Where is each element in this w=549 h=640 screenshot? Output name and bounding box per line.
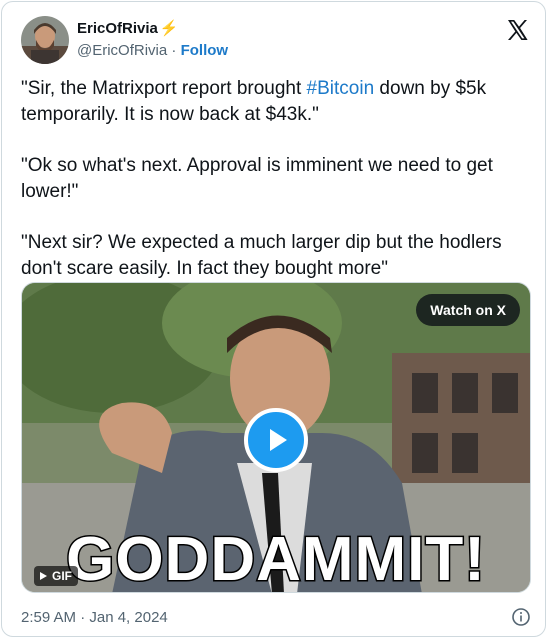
gif-play-icon (40, 572, 47, 580)
tweet-paragraph-3: "Next sir? We expected a much larger dip… (21, 232, 502, 279)
play-icon (270, 429, 287, 451)
tweet-header: EricOfRivia ⚡ @EricOfRivia · Follow (21, 16, 529, 66)
play-button[interactable] (244, 408, 308, 472)
gif-caption: GODDAMMIT! (65, 524, 487, 593)
tweet-timestamp[interactable]: 2:59 AM · Jan 4, 2024 (21, 608, 168, 628)
tweet-paragraph-2: "Ok so what's next. Approval is imminent… (21, 155, 493, 202)
lightning-emoji-icon: ⚡ (159, 20, 179, 37)
gif-media[interactable]: Watch on X GODDAMMIT! GIF (21, 282, 531, 593)
gif-label: GIF (52, 569, 72, 583)
follow-link[interactable]: Follow (181, 42, 229, 59)
avatar[interactable] (21, 16, 69, 64)
paragraph-1-start: "Sir, the Matrixport report brought (21, 78, 307, 99)
gif-badge: GIF (34, 566, 78, 586)
info-icon[interactable] (511, 607, 531, 627)
author-names: EricOfRivia ⚡ @EricOfRivia · Follow (77, 19, 228, 61)
tweet-paragraph-1: "Sir, the Matrixport report brought #Bit… (21, 76, 536, 128)
watch-on-x-button[interactable]: Watch on X (416, 294, 520, 326)
handle[interactable]: @EricOfRivia (77, 42, 167, 59)
bitcoin-hashtag-link[interactable]: #Bitcoin (307, 78, 375, 99)
handle-row: @EricOfRivia · Follow (77, 41, 228, 61)
tweet-card: EricOfRivia ⚡ @EricOfRivia · Follow "Sir… (1, 1, 546, 637)
x-logo-icon[interactable] (505, 18, 529, 42)
display-name[interactable]: EricOfRivia ⚡ (77, 19, 228, 39)
separator-dot: · (171, 42, 177, 59)
display-name-text: EricOfRivia (77, 20, 158, 37)
tweet-text: "Sir, the Matrixport report brought #Bit… (21, 76, 536, 307)
